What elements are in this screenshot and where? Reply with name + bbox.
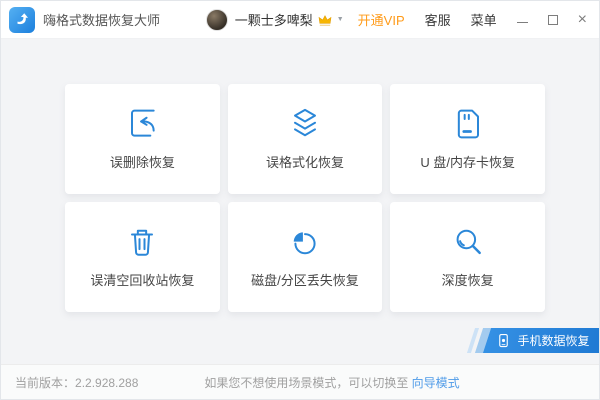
wizard-mode-link[interactable]: 向导模式 [412,376,460,390]
card-deep-recovery[interactable]: 深度恢复 [390,202,545,312]
minimize-icon [517,22,528,23]
titlebar: 嗨格式数据恢复大师 一颗士多啤梨 ▼ 开通VIP 客服 菜单 × [1,1,599,39]
trash-can-icon [122,222,162,262]
version-number: 2.2.928.288 [75,376,138,390]
mode-switch-hint: 如果您不想使用场景模式，可以切换至 向导模式 [204,374,459,391]
pie-chart-icon [285,222,325,262]
card-recycle-bin-recovery[interactable]: 误清空回收站恢复 [65,202,220,312]
phone-recovery-label: 手机数据恢复 [517,332,589,349]
magnifier-icon [448,222,488,262]
document-undo-icon [122,104,162,144]
card-accidental-deletion-recovery[interactable]: 误删除恢复 [65,84,220,194]
smartphone-icon [496,333,511,348]
layers-stack-icon [285,104,325,144]
status-bar: 当前版本：2.2.928.288 如果您不想使用场景模式，可以切换至 向导模式 [1,364,599,399]
version-text: 当前版本：2.2.928.288 [15,374,138,391]
sd-card-icon [448,104,488,144]
titlebar-right: 一颗士多啤梨 ▼ 开通VIP 客服 菜单 × [206,9,587,31]
username[interactable]: 一颗士多啤梨 [235,10,313,29]
menu-button[interactable]: 菜单 [471,10,497,29]
phone-recovery-button[interactable]: 手机数据恢复 [483,328,600,353]
card-label: U 盘/内存卡恢复 [420,152,515,171]
card-format-recovery[interactable]: 误格式化恢复 [228,84,383,194]
titlebar-left: 嗨格式数据恢复大师 [9,7,160,33]
minimize-button[interactable] [517,16,528,23]
phone-recovery-content: 手机数据恢复 [487,328,600,353]
user-avatar[interactable] [206,9,228,31]
card-label: 误清空回收站恢复 [90,270,194,289]
app-title: 嗨格式数据恢复大师 [43,10,160,29]
app-window: 嗨格式数据恢复大师 一颗士多啤梨 ▼ 开通VIP 客服 菜单 × [0,0,600,400]
recovery-mode-grid: 误删除恢复 误格式化恢复 U 盘/内存卡恢复 [65,84,545,312]
customer-service-button[interactable]: 客服 [425,10,451,29]
card-label: 误格式化恢复 [266,152,344,171]
close-button[interactable]: × [578,12,587,28]
card-label: 误删除恢复 [110,152,175,171]
card-label: 磁盘/分区丢失恢复 [251,270,359,289]
card-disk-partition-loss-recovery[interactable]: 磁盘/分区丢失恢复 [228,202,383,312]
version-label: 当前版本： [15,376,75,390]
vip-crown-icon [318,14,332,26]
maximize-icon [548,15,558,25]
open-vip-link[interactable]: 开通VIP [358,10,405,29]
card-label: 深度恢复 [442,270,494,289]
chevron-down-icon[interactable]: ▼ [337,16,344,23]
app-logo-icon [9,7,35,33]
hint-text: 如果您不想使用场景模式，可以切换至 [204,376,411,390]
maximize-button[interactable] [548,15,558,25]
card-usb-memory-card-recovery[interactable]: U 盘/内存卡恢复 [390,84,545,194]
